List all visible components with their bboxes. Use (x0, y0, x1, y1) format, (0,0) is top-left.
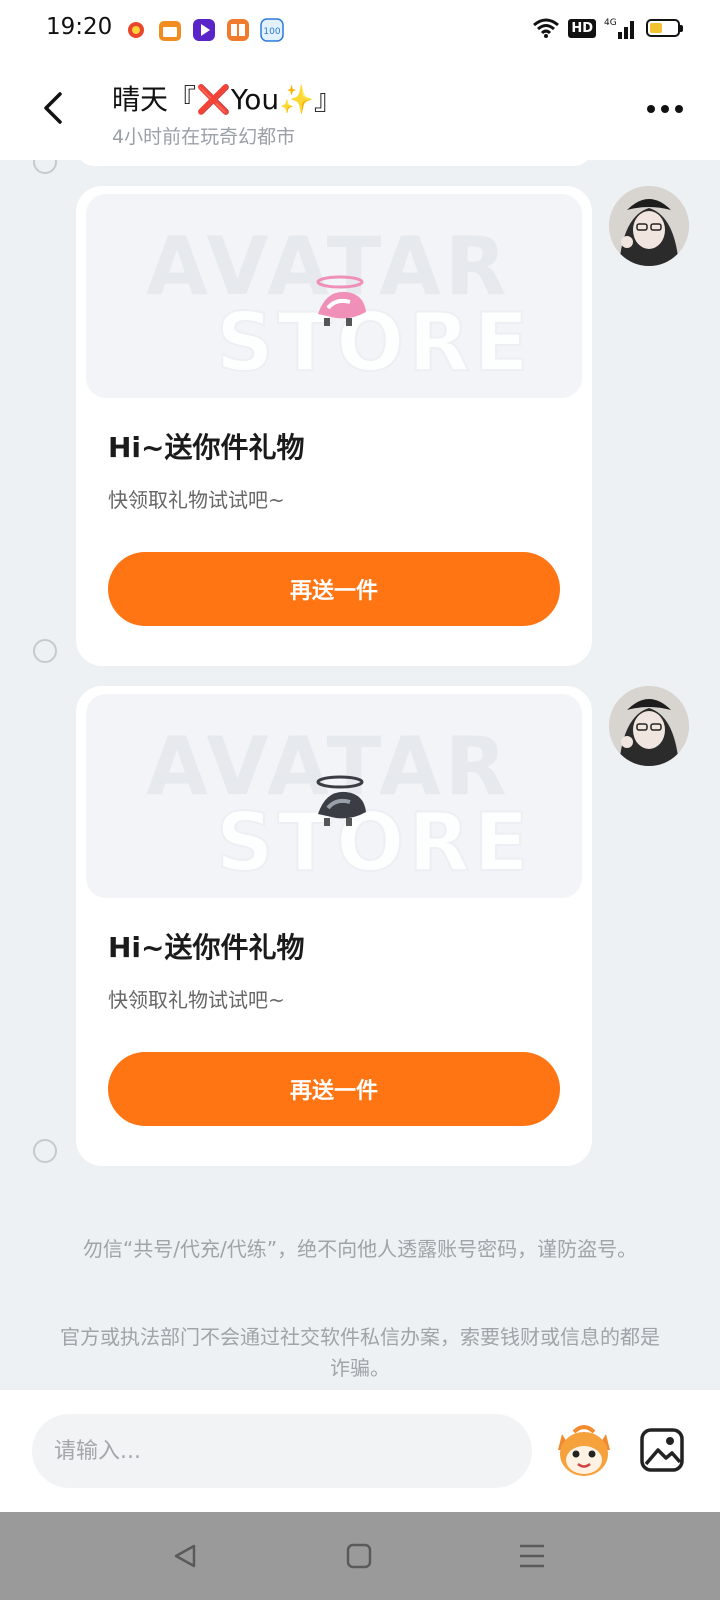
gift-title: Hi~送你件礼物 (108, 431, 305, 464)
select-radio[interactable] (33, 639, 57, 663)
gift-description: 快领取礼物试试吧~ (108, 488, 285, 512)
system-nav-bar (0, 1512, 720, 1600)
weather-icon (128, 22, 144, 38)
gift-title: Hi~送你件礼物 (108, 931, 305, 964)
back-arrow-icon[interactable] (36, 86, 72, 130)
previous-message-bubble (76, 160, 592, 166)
hd-badge: HD (568, 18, 596, 38)
video-icon (193, 19, 215, 41)
battery-icon (646, 19, 683, 37)
status-bar: 19:20 100 HD 4G (0, 0, 720, 64)
image-gallery-icon[interactable] (638, 1426, 686, 1474)
emoji-mascot-icon[interactable] (552, 1420, 616, 1480)
more-options-icon[interactable] (640, 94, 690, 124)
send-another-button[interactable]: 再送一件 (108, 1052, 560, 1126)
gift-item-image (316, 775, 366, 826)
calendar-icon (159, 21, 181, 41)
signal-icon: 4G (604, 18, 634, 39)
contact-name[interactable]: 晴天『❌You✨』 (112, 78, 342, 118)
select-radio[interactable] (33, 160, 57, 174)
select-radio[interactable] (33, 1139, 57, 1163)
message-list[interactable]: AVATAR STORE Hi~送你件礼物 快领取礼物试试吧~ 再送一件 AVA… (0, 160, 720, 1390)
svg-text:100: 100 (263, 27, 280, 37)
safety-notice: 官方或执法部门不会通过社交软件私信办案，索要钱财或信息的都是诈骗。 (60, 1325, 660, 1380)
gift-preview: AVATAR STORE (86, 194, 582, 398)
book-icon (227, 19, 249, 41)
gift-item-image (316, 275, 366, 326)
chat-header: 晴天『❌You✨』 4小时前在玩奇幻都市 (0, 64, 720, 160)
gift-card: AVATAR STORE Hi~送你件礼物 快领取礼物试试吧~ 再送一件 (76, 186, 592, 666)
nav-menu-icon[interactable] (516, 1540, 548, 1572)
status-time: 19:20 (46, 14, 113, 40)
score-app-icon: 100 (260, 18, 284, 42)
nav-home-icon[interactable] (343, 1540, 375, 1572)
gift-description: 快领取礼物试试吧~ (108, 988, 285, 1012)
wifi-icon (533, 18, 560, 38)
status-indicators: HD 4G (532, 16, 683, 40)
nav-back-icon[interactable] (170, 1540, 202, 1572)
gift-card: AVATAR STORE Hi~送你件礼物 快领取礼物试试吧~ 再送一件 (76, 686, 592, 1166)
svg-text:4G: 4G (604, 18, 617, 28)
gift-preview: AVATAR STORE (86, 694, 582, 898)
message-input[interactable] (32, 1414, 532, 1488)
input-bar (0, 1390, 720, 1512)
avatar[interactable] (609, 686, 689, 766)
avatar[interactable] (609, 186, 689, 266)
send-another-button[interactable]: 再送一件 (108, 552, 560, 626)
contact-status: 4小时前在玩奇幻都市 (112, 126, 296, 148)
safety-notice: 勿信“共号/代充/代练”，绝不向他人透露账号密码，谨防盗号。 (82, 1237, 638, 1261)
